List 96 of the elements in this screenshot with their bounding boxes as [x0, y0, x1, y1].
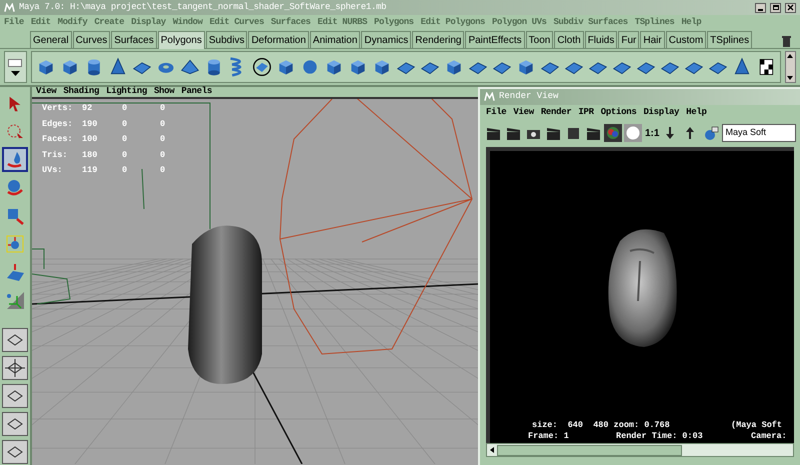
axis-icon: [5, 290, 25, 310]
horizontal-scrollbar[interactable]: [486, 443, 794, 457]
menu-item[interactable]: Help: [686, 106, 707, 120]
shelf-tab[interactable]: Hair: [640, 31, 665, 48]
shelf-scrollbar[interactable]: [784, 51, 796, 83]
shelf-tab[interactable]: Fur: [618, 31, 640, 48]
layout-button[interactable]: [2, 356, 28, 380]
color-ball-icon: [606, 126, 620, 140]
shelf-tab[interactable]: General: [30, 31, 72, 48]
renderer-field[interactable]: Maya Soft: [722, 124, 796, 142]
down-arrow-icon: [787, 76, 794, 80]
shelf-tab[interactable]: Fluids: [584, 31, 618, 48]
menu-item[interactable]: Options: [600, 106, 636, 120]
stat-value: 119: [82, 164, 98, 178]
viewport-menu-item[interactable]: Shading: [63, 85, 100, 99]
clapper-icon: [586, 126, 600, 140]
shelf-tab[interactable]: Toon: [526, 31, 554, 48]
render-info-text: Frame: 1: [528, 430, 570, 443]
window-title: Maya 7.0: H:\maya project\test_tangent_normal_shader_SoftWare_sphere1.mb: [19, 0, 386, 14]
alpha-channel-button[interactable]: [624, 124, 642, 142]
maximize-button[interactable]: [770, 2, 781, 12]
sphere-rotate-icon: [5, 178, 25, 198]
shelf-tab[interactable]: Surfaces: [111, 31, 157, 48]
stat-label: Verts:: [42, 102, 74, 116]
stat-label: Edges:: [42, 118, 74, 131]
stat-value: 0: [122, 164, 128, 178]
sphere-icon: [704, 126, 719, 140]
pyramid-icon: [180, 57, 200, 77]
square-icon: [566, 126, 580, 140]
window-title: Render View: [499, 90, 558, 104]
render-info-text: Camera:: [751, 430, 787, 443]
viewport-menu-item[interactable]: Panels: [181, 85, 212, 99]
shelf-tab[interactable]: Animation: [310, 31, 360, 48]
tool-button[interactable]: [2, 147, 28, 172]
layout-button[interactable]: [2, 412, 28, 436]
clapper-icon: [546, 126, 560, 140]
stat-label: Faces:: [42, 133, 74, 146]
viewport-menu-item[interactable]: View: [36, 85, 56, 99]
layout-button[interactable]: [2, 328, 28, 352]
ratio-button[interactable]: 1:1: [644, 126, 660, 140]
clapper-icon: [486, 126, 500, 140]
layout-grid-icon: [5, 359, 25, 377]
shelf-tab[interactable]: Dynamics: [361, 31, 412, 48]
stat-label: UVs:: [42, 164, 64, 178]
manipulator-icon: [5, 234, 25, 254]
menu-item[interactable]: File: [486, 106, 506, 120]
maya-logo-icon: [4, 2, 15, 12]
circle-icon: [252, 57, 272, 77]
minimize-button[interactable]: [755, 2, 766, 12]
render-info-text: size: 640 480 zoom: 0.768: [532, 419, 671, 432]
scrollbar-thumb[interactable]: [497, 444, 682, 456]
close-button[interactable]: [785, 2, 796, 12]
shelf-square-icon: [8, 58, 22, 66]
maya-logo-icon: [484, 92, 495, 102]
menu-item[interactable]: IPR: [578, 106, 594, 120]
shelf-tab[interactable]: Rendering: [412, 31, 464, 48]
up-arrow-icon: [787, 54, 794, 58]
stat-value: 0: [122, 133, 128, 146]
shelf-tab[interactable]: Curves: [72, 31, 110, 48]
stat-value: 100: [82, 133, 98, 146]
stat-value: 190: [82, 118, 98, 131]
stat-label: Tris:: [42, 148, 69, 162]
render-info-text: Render Time: 0:03: [616, 430, 704, 443]
clapper-icon: [506, 126, 520, 140]
render-globals-button[interactable]: [702, 124, 720, 142]
shelf-tab[interactable]: Deformation: [248, 31, 309, 48]
layout-button[interactable]: [2, 440, 28, 464]
shelf-tab[interactable]: PaintEffects: [465, 31, 525, 48]
menu-item[interactable]: Render: [540, 106, 572, 120]
trash-icon[interactable]: [781, 35, 792, 48]
close-icon: [787, 4, 794, 11]
caret-icon: [10, 70, 20, 76]
shelf-tab[interactable]: TSplines: [707, 31, 752, 48]
menu-item[interactable]: Display: [643, 106, 680, 120]
stat-value: 0: [122, 118, 128, 131]
stat-value: 0: [160, 133, 166, 146]
shelf-tab[interactable]: Cloth: [554, 31, 584, 48]
shelf-tab[interactable]: Polygons: [158, 31, 205, 49]
render-info-text: (Maya Soft: [731, 419, 782, 432]
stat-value: 92: [82, 102, 94, 116]
layout-button[interactable]: [2, 384, 28, 408]
menu-item[interactable]: View: [513, 106, 534, 120]
stat-value: 0: [122, 102, 128, 116]
circle-icon: [626, 126, 640, 140]
stat-value: 0: [160, 118, 166, 131]
shelf-tab[interactable]: Custom: [666, 31, 706, 48]
stat-value: 180: [82, 148, 98, 162]
shelf-tab[interactable]: Subdivs: [206, 31, 248, 48]
stat-value: 0: [160, 164, 166, 178]
viewport-menu-item[interactable]: Show: [154, 85, 174, 99]
stat-value: 0: [122, 148, 128, 162]
stat-value: 0: [160, 102, 166, 116]
viewport-menu-item[interactable]: Lighting: [106, 85, 147, 99]
stat-value: 0: [160, 148, 166, 162]
soft-plane-icon: [5, 262, 25, 282]
shelf-menu-button[interactable]: [4, 51, 27, 83]
